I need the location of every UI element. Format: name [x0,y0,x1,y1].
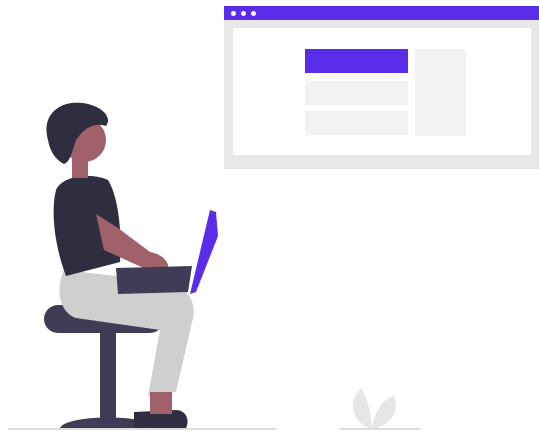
browser-title-bar [224,6,539,20]
placeholder-row [305,81,408,105]
plant-icon [352,388,396,429]
placeholder-primary-block [305,49,408,73]
window-dot-icon [241,11,246,16]
window-dot-icon [251,11,256,16]
laptop-screen-icon [190,210,218,294]
laptop-base-icon [116,266,192,294]
neck-icon [72,158,88,178]
placeholder-row [305,111,408,135]
arm-icon [96,214,169,275]
window-dot-icon [231,11,236,16]
ankle-icon [150,392,172,414]
placeholder-sidebar [415,49,466,136]
browser-content-area [233,28,531,155]
browser-window-mockup [224,6,539,169]
